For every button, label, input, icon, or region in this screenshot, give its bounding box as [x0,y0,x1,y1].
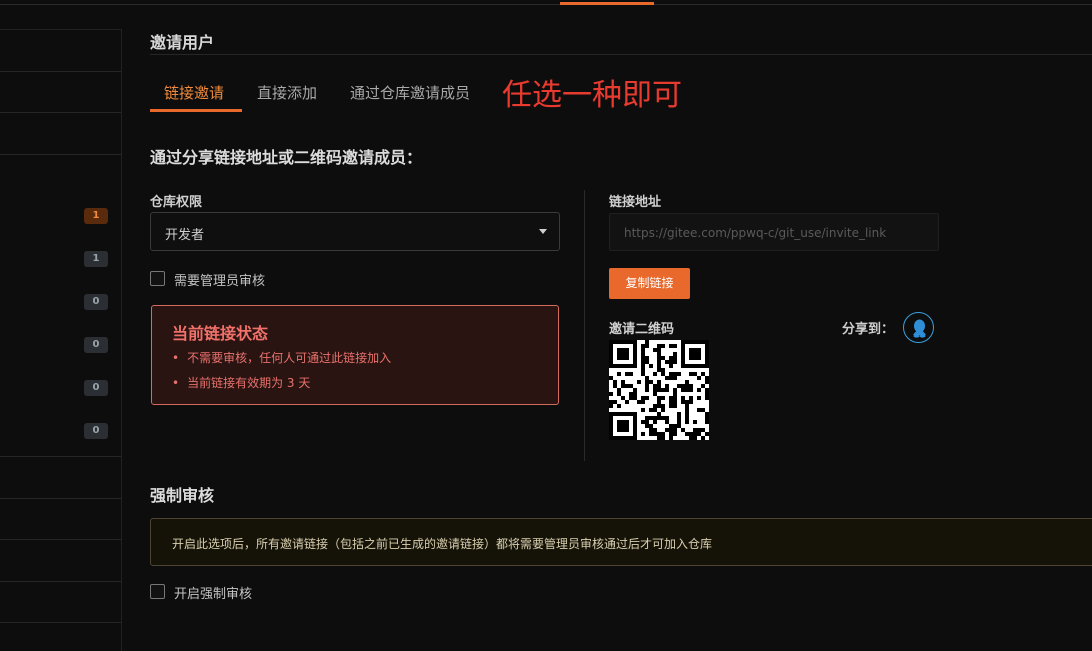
status-title: 当前链接状态 [172,324,269,343]
permission-value: 开发者 [165,228,205,243]
sidebar: 1 1 0 0 0 0 [0,29,122,651]
top-nav-bar [0,0,1092,5]
invite-link-text: https://gitee.com/ppwq-c/git_use/invite_… [624,226,887,240]
count-badge: 0 [84,423,108,439]
copy-link-button[interactable]: 复制链接 [609,268,690,299]
count-badge: 1 [84,251,108,267]
column-divider [584,190,585,461]
sidebar-item[interactable] [0,540,121,582]
count-badge: 0 [84,380,108,396]
sidebar-item[interactable] [0,499,121,540]
status-item: 不需要审核，任何人可通过此链接加入 [172,349,391,366]
qr-label: 邀请二维码 [609,322,675,337]
divider [150,54,1092,55]
tab-direct-add[interactable]: 直接添加 [257,82,317,103]
sidebar-item-group: 1 1 0 0 0 0 [0,155,121,457]
annotation-text: 任选一种即可 [502,78,682,113]
force-review-notice: 开启此选项后，所有邀请链接（包括之前已生成的邀请链接）都将需要管理员审核通过后才… [150,518,1092,566]
sidebar-item[interactable] [0,582,121,623]
invite-link-field[interactable]: https://gitee.com/ppwq-c/git_use/invite_… [609,213,939,251]
permission-label: 仓库权限 [150,195,203,210]
top-nav-active-indicator [560,2,654,5]
link-status-box: 当前链接状态 不需要审核，任何人可通过此链接加入 当前链接有效期为 3 天 [151,305,559,405]
qq-share-icon[interactable] [903,312,934,343]
sidebar-item[interactable] [0,457,121,499]
force-review-checkbox[interactable] [150,584,165,599]
count-badge: 0 [84,294,108,310]
force-review-heading: 强制审核 [150,486,215,505]
force-review-label: 开启强制审核 [174,587,253,602]
require-admin-label: 需要管理员审核 [174,274,266,289]
link-address-label: 链接地址 [609,195,662,210]
caret-down-icon [539,229,547,234]
sidebar-item[interactable] [0,30,121,72]
permission-select[interactable]: 开发者 [150,212,560,251]
active-tab-indicator [150,109,242,112]
invite-qr-code [609,340,709,440]
status-item: 当前链接有效期为 3 天 [172,374,310,391]
page-title: 邀请用户 [150,33,215,52]
tab-link-invite[interactable]: 链接邀请 [164,82,224,103]
sidebar-item[interactable] [0,72,121,113]
notice-text: 开启此选项后，所有邀请链接（包括之前已生成的邀请链接）都将需要管理员审核通过后才… [172,537,713,551]
share-section-heading: 通过分享链接地址或二维码邀请成员： [150,148,423,167]
tab-invite-via-repo[interactable]: 通过仓库邀请成员 [350,82,470,103]
sidebar-item[interactable] [0,113,121,155]
share-to-label: 分享到： [842,322,895,337]
count-badge: 0 [84,337,108,353]
count-badge: 1 [84,208,108,224]
require-admin-checkbox[interactable] [150,271,165,286]
